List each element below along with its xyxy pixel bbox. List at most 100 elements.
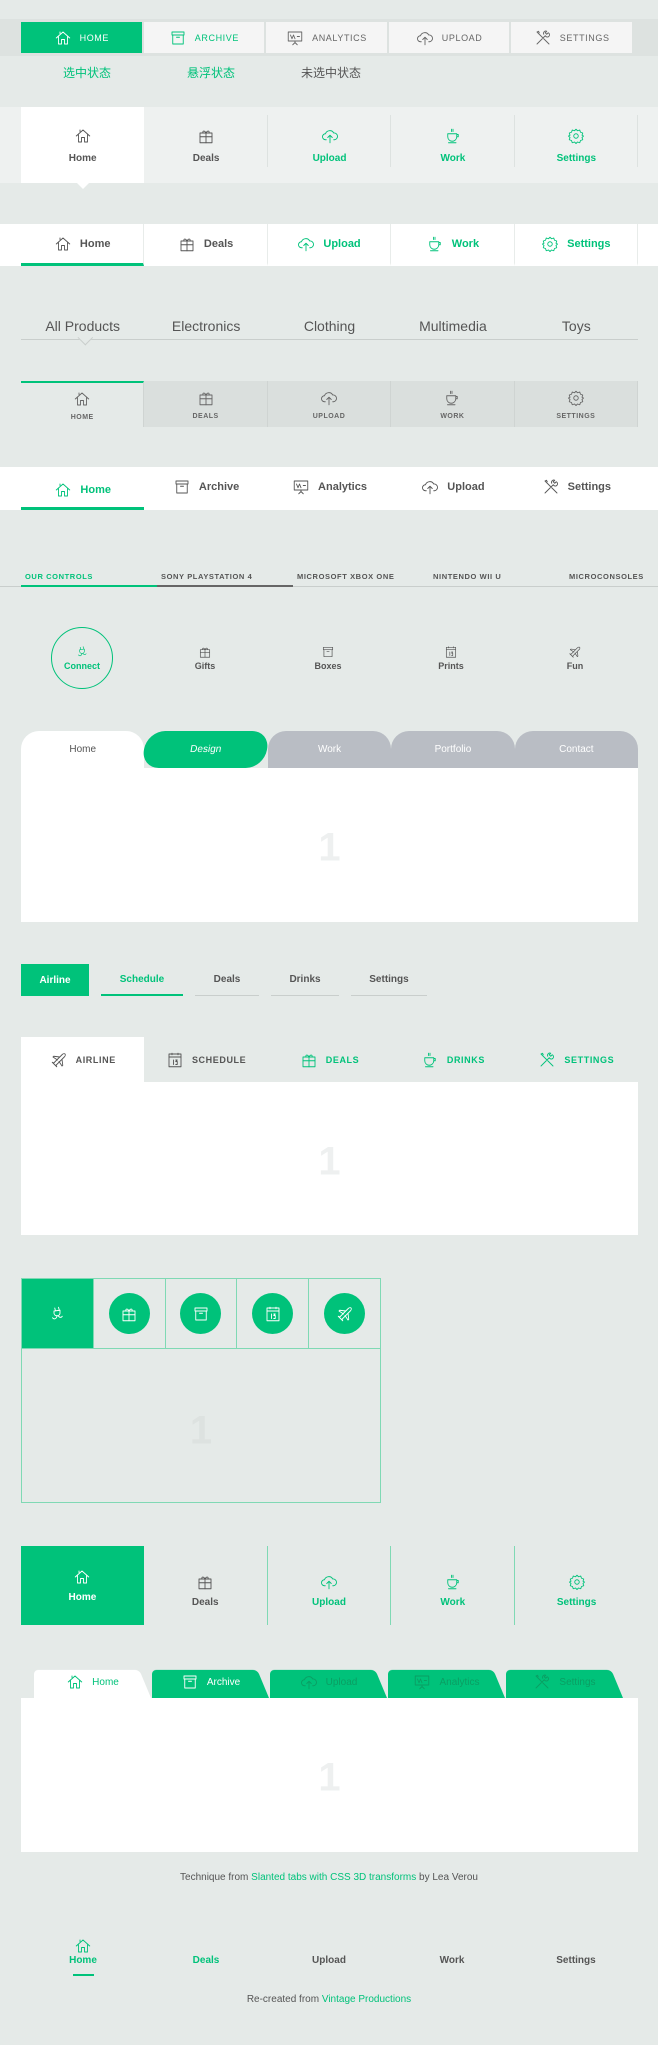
tab-design[interactable]: Design xyxy=(141,731,272,768)
tab-deals[interactable]: Deals xyxy=(144,107,269,183)
tab-settings[interactable]: Settings xyxy=(515,107,639,183)
icon-circle xyxy=(324,1293,366,1334)
tab-plane[interactable] xyxy=(309,1279,380,1348)
tab-home[interactable]: Home xyxy=(21,467,145,510)
rounded-panel: 1 xyxy=(21,768,638,922)
tab-home[interactable]: Home xyxy=(34,1666,151,1698)
tab-home[interactable]: Home xyxy=(21,224,145,266)
caption-link[interactable]: Slanted tabs with CSS 3D transforms xyxy=(251,1872,416,1883)
tab-all-products[interactable]: All Products xyxy=(21,312,144,339)
tab-label: Upload xyxy=(312,1597,346,1608)
tab-settings[interactable]: Settings xyxy=(515,467,638,510)
tab-deals[interactable]: Deals xyxy=(268,1037,391,1082)
tab-microconsoles[interactable]: Microconsoles xyxy=(565,567,658,587)
tab-prints[interactable]: Prints xyxy=(420,627,482,689)
tab-schedule[interactable]: Schedule xyxy=(144,1037,267,1082)
tools-icon xyxy=(534,29,552,47)
tab-drinks[interactable]: Drinks xyxy=(271,964,339,996)
tab-upload[interactable]: Upload xyxy=(279,1926,379,1976)
tab-upload[interactable]: Upload xyxy=(268,381,392,427)
tab-upload[interactable]: Upload xyxy=(270,1666,387,1698)
tab-calendar[interactable] xyxy=(237,1279,310,1348)
tab-work[interactable]: Work xyxy=(267,731,392,768)
tab-portfolio[interactable]: Portfolio xyxy=(391,731,515,768)
tab-upload[interactable]: Upload xyxy=(268,224,392,266)
tab-analytics[interactable]: Analytics xyxy=(388,1666,505,1698)
tab-upload[interactable]: Upload xyxy=(388,22,510,53)
tab-label: Upload xyxy=(312,412,346,420)
tab-settings[interactable]: Settings xyxy=(515,1546,638,1625)
cup-icon xyxy=(443,389,461,407)
tab-label: Contact xyxy=(559,744,594,755)
tab-plug[interactable] xyxy=(22,1279,94,1348)
tab-settings[interactable]: Settings xyxy=(515,381,639,427)
tab-settings[interactable]: Settings xyxy=(506,1666,623,1698)
tab-connect[interactable]: Connect xyxy=(51,627,113,689)
tab-deals[interactable]: Deals xyxy=(156,1926,256,1976)
tab-fun[interactable]: Fun xyxy=(544,627,606,689)
panel-number: 1 xyxy=(318,1139,341,1184)
tab-label: Toys xyxy=(561,317,591,334)
tab-work[interactable]: Work xyxy=(402,1926,502,1976)
tab-upload[interactable]: Upload xyxy=(391,467,514,510)
tab-settings[interactable]: Settings xyxy=(526,1926,626,1976)
tab-boxes[interactable]: Boxes xyxy=(297,627,359,689)
tab-airline[interactable]: Airline xyxy=(21,964,89,996)
nav1-tabbar: Home Archive Analytics Upload Settings xyxy=(21,22,632,53)
tab-archive[interactable] xyxy=(166,1279,238,1348)
home-icon xyxy=(54,481,72,499)
tab-toys[interactable]: Toys xyxy=(515,312,638,339)
upload-icon xyxy=(297,235,315,253)
tab-deals[interactable]: Deals xyxy=(195,964,259,996)
tab-work[interactable]: Work xyxy=(391,1546,516,1625)
tab-archive[interactable]: Archive xyxy=(152,1666,269,1698)
tab-clothing[interactable]: Clothing xyxy=(268,312,391,339)
tab-schedule[interactable]: Schedule xyxy=(101,964,183,996)
panel-number: 1 xyxy=(189,1408,213,1453)
tab-contact[interactable]: Contact xyxy=(514,731,639,768)
tab-home[interactable]: Home xyxy=(33,1926,133,1976)
tab-label: Settings xyxy=(567,237,611,250)
tab-label: Home xyxy=(69,744,97,755)
tab-settings[interactable]: Settings xyxy=(351,964,427,996)
tab-settings[interactable]: Settings xyxy=(515,1037,638,1082)
tab-home[interactable]: Home xyxy=(21,107,145,189)
tab-drinks[interactable]: Drinks xyxy=(391,1037,514,1082)
tab-analytics[interactable]: Analytics xyxy=(268,467,391,510)
icon-circle xyxy=(180,1293,222,1334)
tab-settings[interactable]: Settings xyxy=(515,224,639,266)
tab-deals[interactable]: Deals xyxy=(144,224,268,266)
tab-analytics[interactable]: Analytics xyxy=(266,22,387,53)
tab-archive[interactable]: Archive xyxy=(144,467,267,510)
tools-icon xyxy=(533,1673,551,1691)
tab-microsoft-xbox-one[interactable]: Microsoft Xbox One xyxy=(293,567,429,587)
tab-work[interactable]: Work xyxy=(391,107,516,183)
tab-upload[interactable]: Upload xyxy=(268,107,392,183)
tab-home[interactable]: Home xyxy=(21,22,142,53)
tab-deals[interactable]: Deals xyxy=(144,1546,268,1625)
tab-home[interactable]: Home xyxy=(21,1546,144,1625)
tab-deals[interactable]: Deals xyxy=(144,381,268,427)
tab-label: All Products xyxy=(45,317,121,334)
tab-nintendo-wii-u[interactable]: Nintendo Wii U xyxy=(429,567,565,587)
tab-sony-playstation-4[interactable]: Sony Playstation 4 xyxy=(157,567,293,587)
tab-home[interactable]: Home xyxy=(21,731,145,768)
tab-gifts[interactable]: Gifts xyxy=(174,627,236,689)
tab-settings[interactable]: Settings xyxy=(511,22,632,53)
tab-our-controls[interactable]: Our Controls xyxy=(21,567,157,587)
state-label: 选中状态 xyxy=(62,66,112,80)
tab-work[interactable]: Work xyxy=(391,224,515,266)
tab-gift[interactable] xyxy=(94,1279,166,1348)
tab-upload[interactable]: Upload xyxy=(268,1546,392,1625)
tab-label: Schedule xyxy=(119,973,165,985)
cup-icon xyxy=(421,1051,439,1069)
tab-airline[interactable]: Airline xyxy=(21,1037,145,1082)
tab-multimedia[interactable]: Multimedia xyxy=(391,312,514,339)
tab-home[interactable]: Home xyxy=(21,381,145,427)
home-icon xyxy=(74,127,92,145)
tab-label: Home xyxy=(79,237,111,250)
tab-work[interactable]: Work xyxy=(391,381,515,427)
tab-electronics[interactable]: Electronics xyxy=(144,312,267,339)
footer-link[interactable]: Vintage Productions xyxy=(322,1994,411,2005)
tab-archive[interactable]: Archive xyxy=(143,22,265,53)
